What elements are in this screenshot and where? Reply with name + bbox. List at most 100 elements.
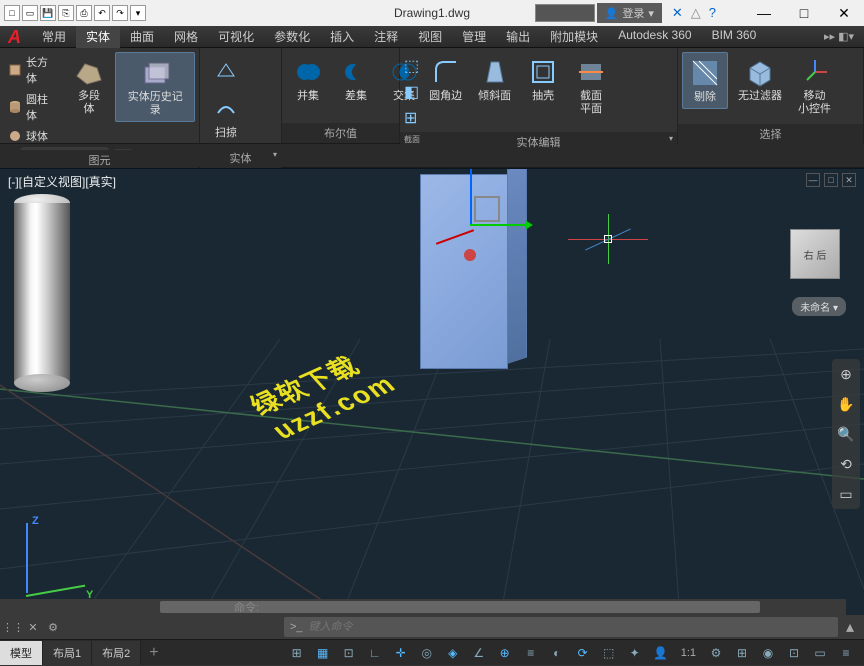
ribbon-tab-0[interactable]: 常用 bbox=[32, 25, 76, 48]
annoscale-icon[interactable]: ⚙ bbox=[706, 643, 726, 663]
face-icon[interactable]: ◧ bbox=[404, 82, 419, 102]
qat-undo-icon[interactable]: ↶ bbox=[94, 5, 110, 21]
nav-wheel-icon[interactable]: ⊕ bbox=[835, 363, 857, 385]
clean-screen-icon[interactable]: ▭ bbox=[810, 643, 830, 663]
qat-more-icon[interactable]: ▾ bbox=[130, 5, 146, 21]
osnap-toggle[interactable]: ◎ bbox=[417, 643, 437, 663]
nav-showmotion-icon[interactable]: ▭ bbox=[835, 483, 857, 505]
ortho-toggle[interactable]: ∟ bbox=[365, 643, 385, 663]
qat-print-icon[interactable]: ⎙ bbox=[76, 5, 92, 21]
app-logo-icon[interactable]: A bbox=[4, 27, 32, 47]
fillet-button[interactable]: 圆角边 bbox=[423, 52, 468, 107]
polysolid-button[interactable]: 多段体 bbox=[67, 52, 112, 120]
viewport-3d[interactable]: [-][自定义视图][真实] — □ ✕ 绿软下载 uzzf.co bbox=[0, 168, 864, 615]
ribbon-overflow[interactable]: ▸▸ ◧▾ bbox=[818, 30, 860, 43]
cylinder-object[interactable] bbox=[14, 194, 70, 394]
customize-icon[interactable]: ≡ bbox=[836, 643, 856, 663]
nav-zoom-icon[interactable]: 🔍 bbox=[835, 423, 857, 445]
help-icon[interactable]: ? bbox=[709, 5, 716, 21]
nav-pan-icon[interactable]: ✋ bbox=[835, 393, 857, 415]
ribbon-tab-3[interactable]: 网格 bbox=[164, 25, 208, 48]
snap-toggle[interactable]: ⊡ bbox=[339, 643, 359, 663]
qat-new-icon[interactable]: □ bbox=[4, 5, 20, 21]
add-layout-button[interactable]: + bbox=[141, 640, 166, 666]
ribbon-tab-6[interactable]: 插入 bbox=[320, 25, 364, 48]
isolate-icon[interactable]: ⊡ bbox=[784, 643, 804, 663]
sweep-icon bbox=[210, 93, 242, 125]
cylinder-button[interactable]: 圆柱体 bbox=[4, 89, 63, 125]
subtract-button[interactable]: 差集 bbox=[334, 52, 378, 107]
ribbon-tab-5[interactable]: 参数化 bbox=[264, 25, 320, 48]
ribbon-tab-4[interactable]: 可视化 bbox=[208, 25, 264, 48]
exchange-icon[interactable]: ✕ bbox=[672, 5, 683, 21]
vertex-icon[interactable]: ⊞ bbox=[404, 108, 419, 128]
move-gizmo-button[interactable]: 移动 小控件 bbox=[792, 52, 837, 120]
taper-button[interactable]: 倾斜面 bbox=[472, 52, 517, 107]
grid-toggle[interactable]: ▦ bbox=[313, 643, 333, 663]
ribbon-tab-11[interactable]: 附加模块 bbox=[540, 25, 608, 48]
qat-open-icon[interactable]: ▭ bbox=[22, 5, 38, 21]
box-button[interactable]: 长方体 bbox=[4, 52, 63, 88]
qat-save-icon[interactable]: 💾 bbox=[40, 5, 56, 21]
cmd-handle-icon[interactable]: ⋮⋮ bbox=[4, 618, 22, 636]
ribbon-tab-10[interactable]: 输出 bbox=[496, 25, 540, 48]
ribbon-tab-13[interactable]: BIM 360 bbox=[702, 25, 767, 48]
polar-toggle[interactable]: ✛ bbox=[391, 643, 411, 663]
gizmo-plane-icon[interactable] bbox=[474, 196, 500, 222]
horizontal-scrollbar[interactable] bbox=[0, 599, 846, 615]
dyn-toggle[interactable]: ⊕ bbox=[495, 643, 515, 663]
hardware-accel-icon[interactable]: ◉ bbox=[758, 643, 778, 663]
ribbon-tab-2[interactable]: 曲面 bbox=[120, 25, 164, 48]
nofilter-button[interactable]: 无过滤器 bbox=[732, 52, 788, 107]
ribbon-tab-8[interactable]: 视图 bbox=[408, 25, 452, 48]
lwt-toggle[interactable]: ≡ bbox=[521, 643, 541, 663]
cmd-close-icon[interactable]: ✕ bbox=[24, 618, 42, 636]
shell-button[interactable]: 抽壳 bbox=[521, 52, 565, 107]
cmd-recent-icon[interactable]: ▴ bbox=[840, 617, 860, 637]
sweep-button[interactable]: 扫掠 bbox=[204, 89, 248, 144]
3dosnap-toggle[interactable]: ◈ bbox=[443, 643, 463, 663]
minimize-button[interactable]: — bbox=[744, 0, 784, 26]
maximize-button[interactable]: □ bbox=[784, 0, 824, 26]
gizmo-toggle[interactable]: ✦ bbox=[625, 643, 645, 663]
cmd-config-icon[interactable]: ⚙ bbox=[44, 618, 62, 636]
command-input[interactable] bbox=[309, 621, 832, 633]
cycling-toggle[interactable]: ⟳ bbox=[573, 643, 593, 663]
viewcube[interactable]: 右 后 bbox=[790, 229, 840, 279]
login-button[interactable]: 👤 登录 ▾ bbox=[597, 3, 662, 23]
command-input-wrap[interactable]: >_ bbox=[284, 617, 838, 637]
box-label: 长方体 bbox=[26, 54, 59, 86]
section-plane-button[interactable]: 截面 平面 bbox=[569, 52, 613, 120]
ucs-toggle[interactable]: ⬚ bbox=[599, 643, 619, 663]
gizmo-z-axis[interactable] bbox=[470, 168, 472, 224]
solid-history-button[interactable]: 实体历史记录 bbox=[115, 52, 195, 122]
viewcube-name[interactable]: 未命名 ▾ bbox=[792, 297, 846, 316]
extrude-button[interactable] bbox=[204, 52, 248, 88]
fillet-label: 圆角边 bbox=[429, 90, 462, 103]
search-input[interactable] bbox=[535, 4, 595, 22]
transparency-toggle[interactable]: ◐ bbox=[547, 643, 567, 663]
nav-orbit-icon[interactable]: ⟲ bbox=[835, 453, 857, 475]
layout-tab-1[interactable]: 布局1 bbox=[43, 641, 92, 665]
workspace-icon[interactable]: ⊞ bbox=[732, 643, 752, 663]
model-space-button[interactable]: ⊞ bbox=[287, 643, 307, 663]
ribbon-tab-7[interactable]: 注释 bbox=[364, 25, 408, 48]
a360-icon[interactable]: △ bbox=[691, 5, 701, 21]
gizmo-y-axis[interactable] bbox=[470, 224, 530, 226]
close-button[interactable]: ✕ bbox=[824, 0, 864, 26]
qat-saveas-icon[interactable]: ⎘ bbox=[58, 5, 74, 21]
gizmo-origin[interactable] bbox=[464, 249, 476, 261]
cull-button[interactable]: 剔除 bbox=[682, 52, 728, 109]
layout-tab-2[interactable]: 布局2 bbox=[92, 641, 141, 665]
scale-display[interactable]: 1:1 bbox=[677, 647, 700, 659]
qat-redo-icon[interactable]: ↷ bbox=[112, 5, 128, 21]
annotation-toggle[interactable]: 👤 bbox=[651, 643, 671, 663]
edge-icon[interactable]: ⬚ bbox=[404, 56, 419, 76]
union-button[interactable]: 并集 bbox=[286, 52, 330, 107]
otrack-toggle[interactable]: ∠ bbox=[469, 643, 489, 663]
layout-tab-0[interactable]: 模型 bbox=[0, 641, 43, 665]
sphere-button[interactable]: 球体 bbox=[4, 126, 63, 146]
ribbon-tab-9[interactable]: 管理 bbox=[452, 25, 496, 48]
ribbon-tab-1[interactable]: 实体 bbox=[76, 25, 120, 48]
ribbon-tab-12[interactable]: Autodesk 360 bbox=[608, 25, 701, 48]
